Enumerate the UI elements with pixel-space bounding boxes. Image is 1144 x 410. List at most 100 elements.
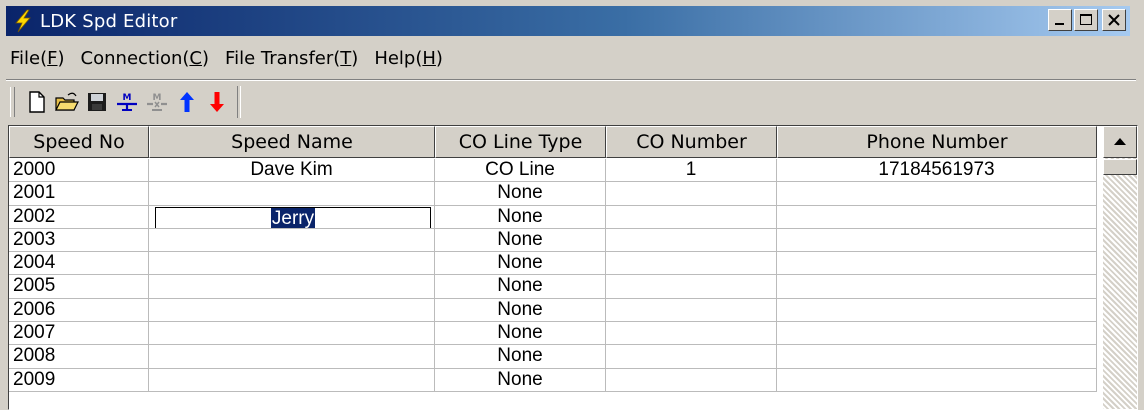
- table-row[interactable]: 2003 None: [9, 228, 1097, 253]
- menu-label-end: ): [57, 47, 65, 69]
- co-number-cell[interactable]: [606, 368, 777, 392]
- connect-icon: M: [117, 93, 137, 111]
- speed-no-cell[interactable]: 2007: [9, 322, 149, 346]
- svg-text:M: M: [153, 93, 162, 103]
- minimize-icon: [1055, 23, 1064, 25]
- table-row[interactable]: 2008 None: [9, 345, 1097, 369]
- speed-name-cell[interactable]: [149, 182, 435, 206]
- speed-name-cell[interactable]: [149, 228, 435, 253]
- connect-button[interactable]: M: [113, 88, 141, 116]
- co-line-type-cell[interactable]: CO Line: [435, 159, 606, 183]
- co-line-type-cell[interactable]: None: [435, 182, 606, 206]
- speed-name-cell[interactable]: [149, 345, 435, 369]
- co-number-cell[interactable]: [606, 322, 777, 346]
- phone-number-cell[interactable]: [777, 298, 1097, 323]
- speed-name-cell[interactable]: Jerry: [149, 205, 435, 229]
- download-icon: [210, 92, 224, 112]
- speed-name-cell[interactable]: [149, 275, 435, 299]
- co-line-type-cell[interactable]: None: [435, 368, 606, 392]
- table-row[interactable]: 2000 Dave Kim CO Line 1 17184561973: [9, 159, 1097, 183]
- download-button[interactable]: [203, 88, 231, 116]
- minimize-button[interactable]: [1048, 9, 1072, 31]
- speed-name-cell[interactable]: [149, 322, 435, 346]
- phone-number-cell[interactable]: 17184561973: [777, 159, 1097, 183]
- menu-item-connection[interactable]: Connection(C): [73, 48, 217, 69]
- table-row[interactable]: 2001 None: [9, 182, 1097, 206]
- speed-no-cell[interactable]: 2002: [9, 205, 149, 229]
- speed-no-cell[interactable]: 2009: [9, 368, 149, 392]
- co-number-cell[interactable]: [606, 252, 777, 276]
- table-row[interactable]: 2006 None: [9, 298, 1097, 323]
- scroll-up-button[interactable]: [1103, 126, 1137, 158]
- menu-label-end: ): [351, 47, 359, 69]
- phone-number-cell[interactable]: [777, 345, 1097, 369]
- app-window: LDK Spd Editor File(F) Connection(C) File …: [0, 0, 1144, 410]
- co-line-type-cell[interactable]: None: [435, 345, 606, 369]
- speed-no-cell[interactable]: 2004: [9, 252, 149, 276]
- disconnect-icon: M: [147, 93, 167, 111]
- co-number-cell[interactable]: [606, 298, 777, 323]
- speed-name-cell[interactable]: [149, 368, 435, 392]
- menu-item-filetransfer[interactable]: File Transfer(T): [217, 48, 366, 69]
- column-header-co-line-type[interactable]: CO Line Type: [435, 126, 606, 158]
- table-row[interactable]: 2005 None: [9, 275, 1097, 299]
- column-header-phone-number[interactable]: Phone Number: [777, 126, 1097, 158]
- speed-name-edit-input[interactable]: Jerry: [155, 206, 431, 228]
- scroll-thumb[interactable]: [1103, 159, 1137, 175]
- toolbar-divider: [6, 79, 1136, 81]
- speed-no-cell[interactable]: 2000: [9, 159, 149, 183]
- co-number-cell[interactable]: [606, 205, 777, 229]
- menu-item-file[interactable]: File(F): [10, 48, 73, 69]
- phone-number-cell[interactable]: [777, 275, 1097, 299]
- co-line-type-cell[interactable]: None: [435, 252, 606, 276]
- table-row[interactable]: 2002 Jerry None: [9, 205, 1097, 229]
- close-button[interactable]: [1102, 9, 1126, 31]
- upload-icon: [180, 92, 194, 112]
- toolbar-grip[interactable]: [10, 87, 15, 117]
- save-button[interactable]: [83, 88, 111, 116]
- speed-no-cell[interactable]: 2005: [9, 275, 149, 299]
- co-line-type-cell[interactable]: None: [435, 228, 606, 253]
- co-number-cell[interactable]: [606, 275, 777, 299]
- table-row[interactable]: 2004 None: [9, 252, 1097, 276]
- co-number-cell[interactable]: [606, 345, 777, 369]
- toolbar-end-divider: [237, 86, 241, 118]
- speed-no-cell[interactable]: 2003: [9, 228, 149, 253]
- table-row[interactable]: 2007 None: [9, 322, 1097, 346]
- co-line-type-cell[interactable]: None: [435, 205, 606, 229]
- phone-number-cell[interactable]: [777, 252, 1097, 276]
- column-header-speed-no[interactable]: Speed No: [9, 126, 149, 158]
- speed-no-cell[interactable]: 2008: [9, 345, 149, 369]
- phone-number-cell[interactable]: [777, 205, 1097, 229]
- co-number-cell[interactable]: 1: [606, 159, 777, 183]
- vertical-scrollbar[interactable]: [1103, 126, 1137, 409]
- speed-name-cell[interactable]: Dave Kim: [149, 159, 435, 183]
- menu-item-help[interactable]: Help(H): [366, 48, 451, 69]
- save-icon: [88, 93, 106, 111]
- phone-number-cell[interactable]: [777, 182, 1097, 206]
- co-line-type-cell[interactable]: None: [435, 275, 606, 299]
- phone-number-cell[interactable]: [777, 228, 1097, 253]
- maximize-button[interactable]: [1074, 9, 1098, 31]
- speed-no-cell[interactable]: 2001: [9, 182, 149, 206]
- phone-number-cell[interactable]: [777, 322, 1097, 346]
- speed-name-cell[interactable]: [149, 298, 435, 323]
- column-header-co-number[interactable]: CO Number: [606, 126, 777, 158]
- new-button[interactable]: [23, 88, 51, 116]
- caption-buttons: [1048, 9, 1126, 31]
- speed-no-cell[interactable]: 2006: [9, 298, 149, 323]
- co-line-type-cell[interactable]: None: [435, 322, 606, 346]
- title-bar[interactable]: LDK Spd Editor: [6, 6, 1130, 36]
- column-header-speed-name[interactable]: Speed Name: [149, 126, 435, 158]
- speed-name-cell[interactable]: [149, 252, 435, 276]
- co-number-cell[interactable]: [606, 182, 777, 206]
- arrow-up-icon: [1114, 138, 1126, 145]
- upload-button[interactable]: [173, 88, 201, 116]
- maximize-icon: [1080, 14, 1092, 25]
- open-button[interactable]: [53, 88, 81, 116]
- co-line-type-cell[interactable]: None: [435, 298, 606, 323]
- phone-number-cell[interactable]: [777, 368, 1097, 392]
- table-row[interactable]: 2009 None: [9, 368, 1097, 392]
- close-icon: [1108, 14, 1120, 26]
- co-number-cell[interactable]: [606, 228, 777, 253]
